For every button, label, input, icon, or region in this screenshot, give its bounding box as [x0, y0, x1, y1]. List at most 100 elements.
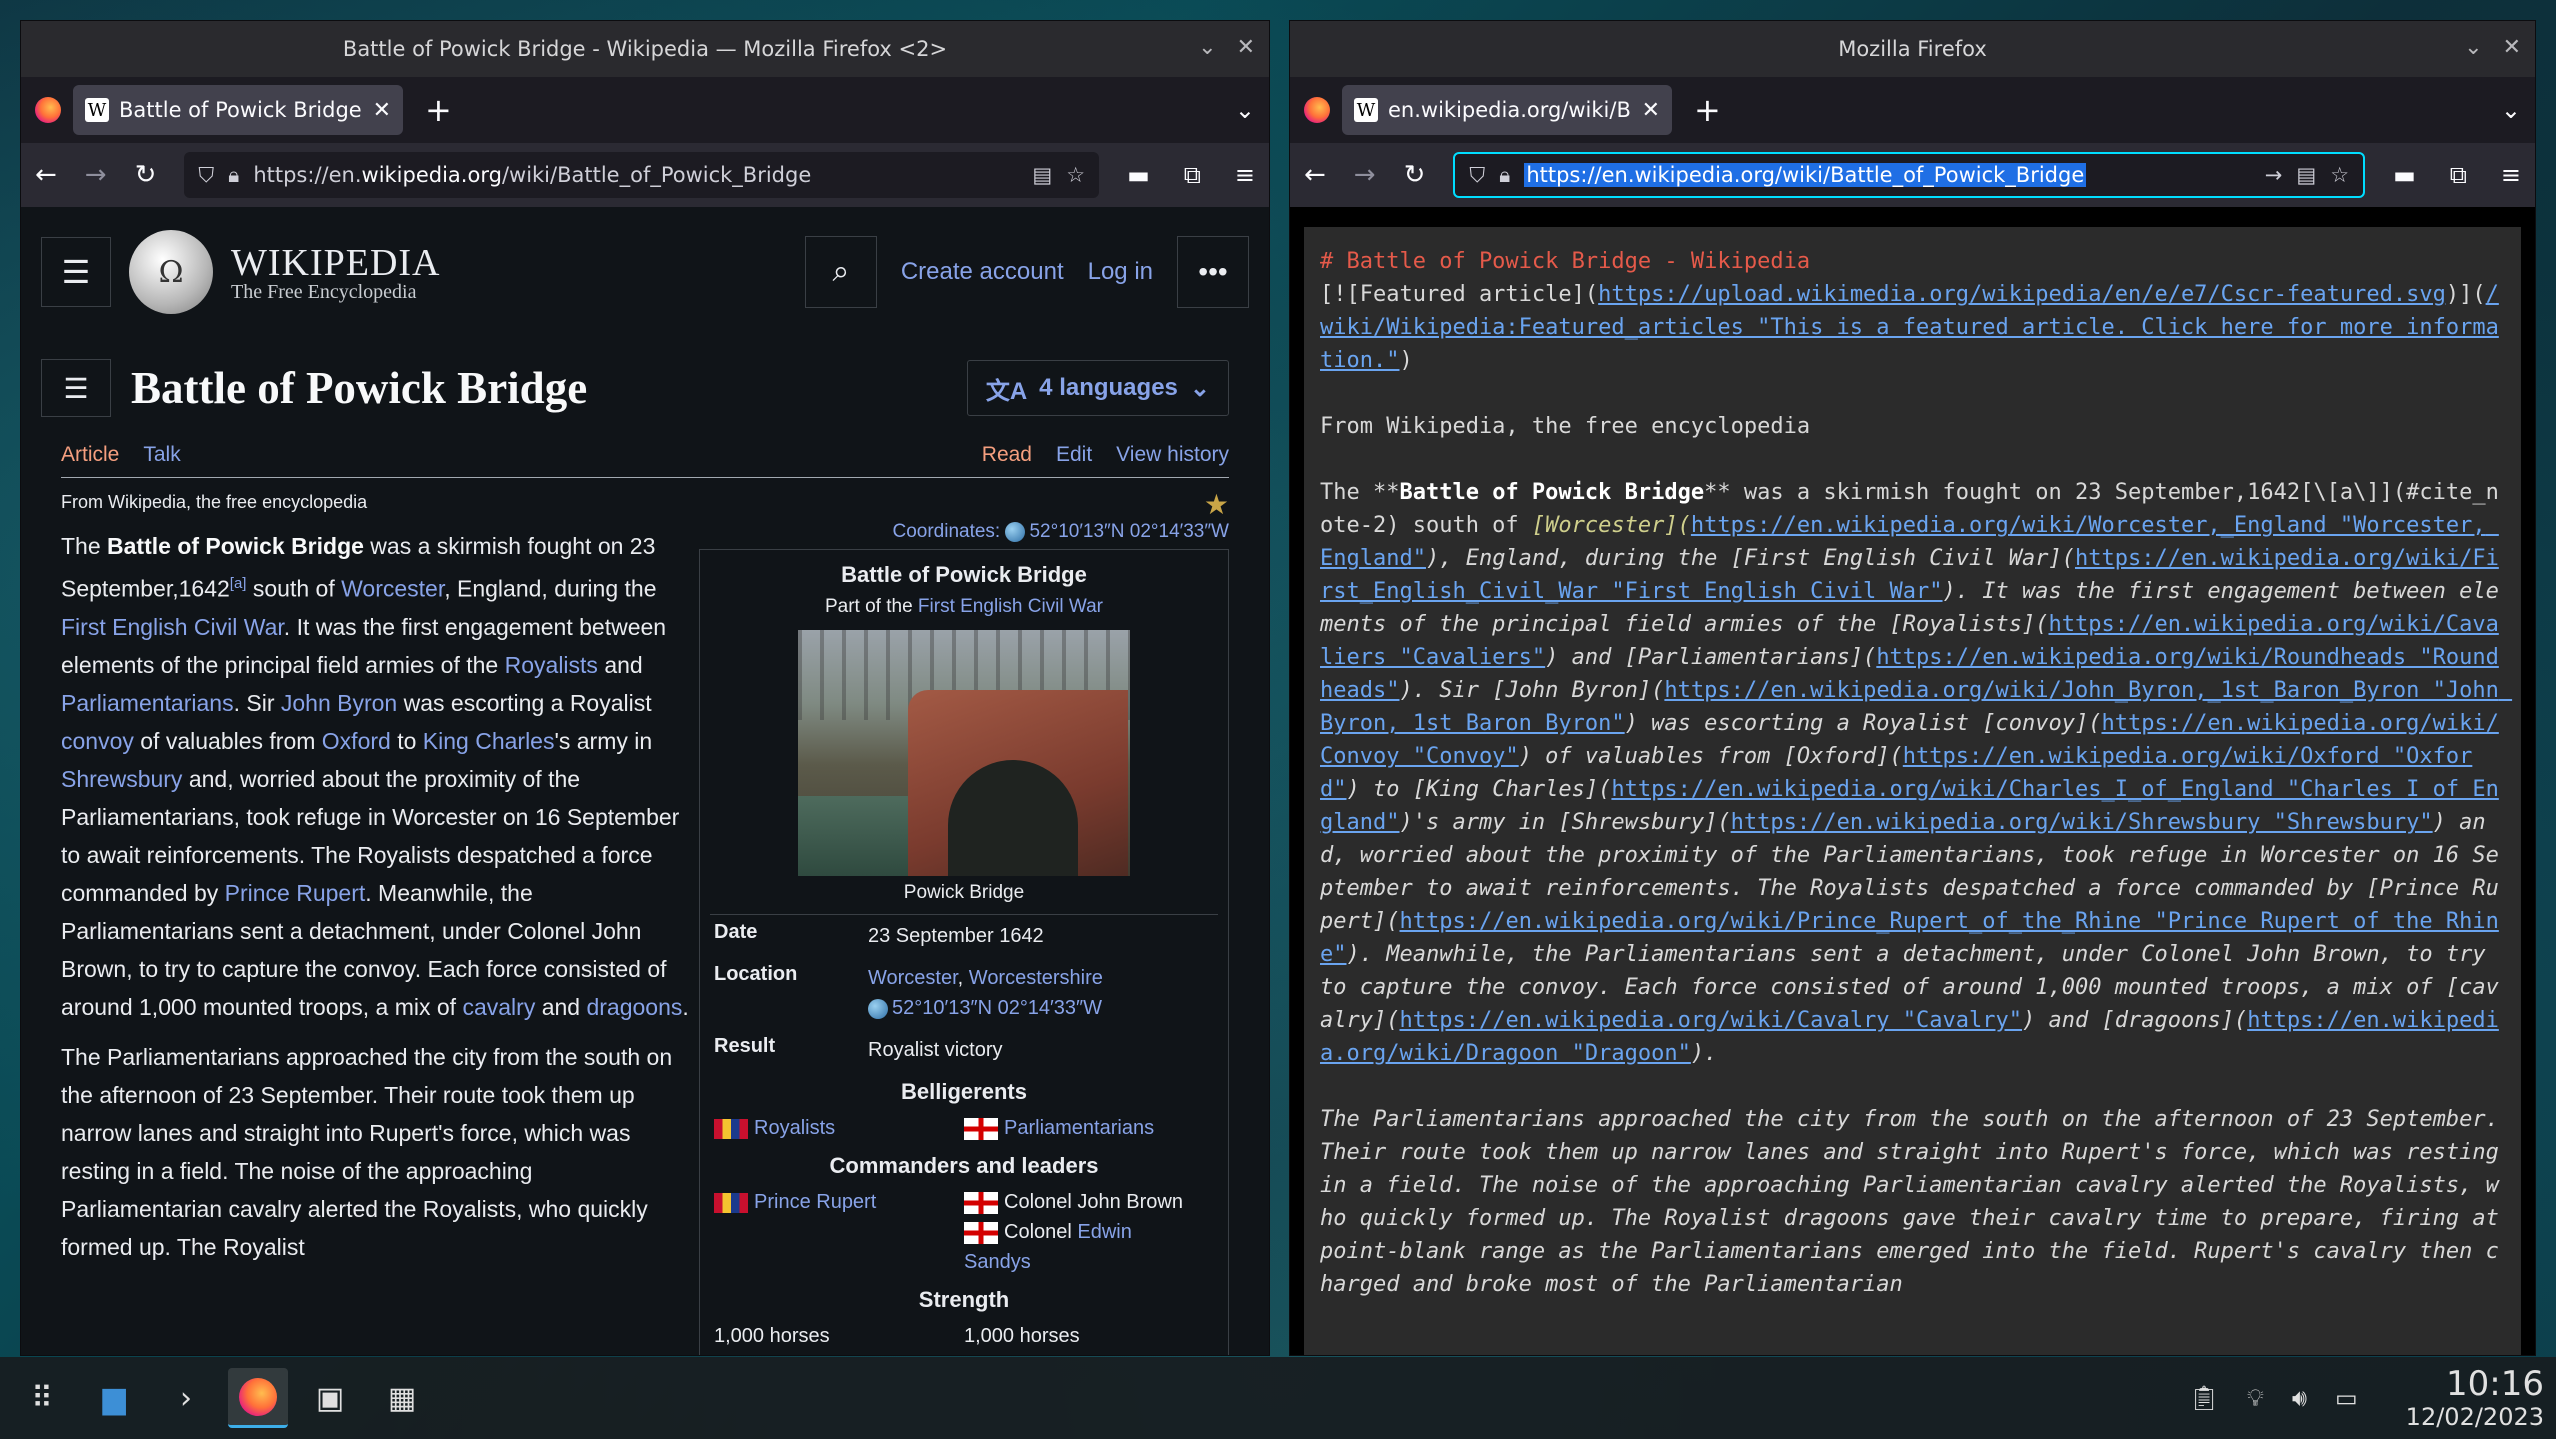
location-worcestershire-link[interactable]: Worcestershire: [969, 967, 1103, 989]
shield-icon[interactable]: ⛉: [1469, 163, 1485, 188]
link-worcester[interactable]: Worcester: [341, 576, 444, 602]
lock-icon[interactable]: 🔒︎: [228, 163, 239, 188]
extensions-icon[interactable]: ⧉: [1184, 161, 1201, 189]
forward-arrow-icon[interactable]: →: [1354, 160, 1376, 190]
wikipedia-globe-logo[interactable]: Ω: [129, 230, 213, 314]
minimize-chevron-icon[interactable]: ⌄: [1198, 35, 1216, 60]
link-royalists[interactable]: Royalists: [505, 652, 598, 678]
url-bar[interactable]: ⛉ 🔒︎ https://en.wikipedia.org/wiki/Battl…: [184, 152, 1100, 198]
forward-arrow-icon[interactable]: →: [85, 160, 107, 190]
tab-strip: W Battle of Powick Bridge - W ✕ + ⌄: [21, 77, 1269, 143]
url-text[interactable]: https://en.wikipedia.org/wiki/Battle_of_…: [253, 163, 1018, 187]
container-icon[interactable]: ▬: [1127, 161, 1150, 189]
tab-close-icon[interactable]: ✕: [373, 98, 391, 123]
firefox-view-icon[interactable]: [1304, 97, 1330, 123]
window-titlebar[interactable]: Mozilla Firefox ⌄ ✕: [1290, 21, 2535, 77]
new-tab-plus-icon[interactable]: +: [1694, 91, 1721, 129]
log-in-link[interactable]: Log in: [1088, 258, 1153, 286]
extensions-icon[interactable]: ⧉: [2450, 161, 2467, 189]
powick-bridge-photo[interactable]: [798, 630, 1130, 876]
featured-star-icon[interactable]: ★: [1204, 488, 1229, 521]
screenshot-tool-icon[interactable]: ▣: [300, 1368, 360, 1428]
back-arrow-icon[interactable]: ←: [35, 160, 57, 190]
wikipedia-wordmark[interactable]: WIKIPEDIA The Free Encyclopedia: [231, 241, 441, 304]
file-manager-icon[interactable]: ▆: [84, 1368, 144, 1428]
url-text[interactable]: https://en.wikipedia.org/wiki/Battle_of_…: [1524, 163, 2250, 187]
royalists-link[interactable]: Royalists: [754, 1117, 835, 1139]
globe-icon[interactable]: [1005, 521, 1026, 542]
md-link[interactable]: https://en.wikipedia.org/wiki/Shrewsbury…: [1731, 810, 2433, 835]
footnote-a[interactable]: [a]: [230, 575, 247, 592]
link-john-byron[interactable]: John Byron: [281, 690, 397, 716]
list-all-tabs-chevron-icon[interactable]: ⌄: [1235, 96, 1255, 124]
reload-icon[interactable]: ↻: [135, 160, 157, 190]
link-cavalry[interactable]: cavalry: [462, 994, 535, 1020]
edwin-sandys-link[interactable]: Edwin: [1077, 1221, 1131, 1243]
link-parliamentarians[interactable]: Parliamentarians: [61, 690, 234, 716]
link-shrewsbury[interactable]: Shrewsbury: [61, 766, 182, 792]
prince-rupert-link[interactable]: Prince Rupert: [754, 1191, 876, 1213]
table-of-contents-icon[interactable]: ☰: [41, 359, 111, 417]
link-convoy[interactable]: convoy: [61, 728, 134, 754]
url-bar[interactable]: ⛉ 🔒︎ https://en.wikipedia.org/wiki/Battl…: [1453, 152, 2366, 198]
more-options-icon[interactable]: •••: [1177, 236, 1249, 308]
tab-read[interactable]: Read: [982, 443, 1032, 467]
close-window-icon[interactable]: ✕: [2503, 35, 2521, 60]
display-icon[interactable]: ▭: [2335, 1384, 2358, 1412]
languages-button[interactable]: 文A 4 languages ⌄: [966, 360, 1229, 416]
infobox-war-link[interactable]: First English Civil War: [918, 596, 1103, 617]
container-icon[interactable]: ▬: [2393, 161, 2416, 189]
url-selected-text[interactable]: https://en.wikipedia.org/wiki/Battle_of_…: [1524, 163, 2087, 187]
tab-wikipedia[interactable]: W Battle of Powick Bridge - W ✕: [73, 85, 403, 135]
link-dragoons[interactable]: dragoons: [586, 994, 682, 1020]
app-menu-icon[interactable]: ≡: [1235, 161, 1255, 189]
reload-icon[interactable]: ↻: [1404, 160, 1426, 190]
clock[interactable]: 10:16 12/02/2023: [2406, 1365, 2544, 1430]
md-link[interactable]: https://upload.wikimedia.org/wikipedia/e…: [1598, 282, 2446, 307]
link-first-english-civil-war[interactable]: First English Civil War: [61, 614, 284, 640]
list-all-tabs-chevron-icon[interactable]: ⌄: [2501, 96, 2521, 124]
firefox-taskbar-icon[interactable]: [228, 1368, 288, 1428]
bookmark-star-icon[interactable]: ☆: [1066, 163, 1085, 187]
coordinates-link[interactable]: 52°10′13″N 02°14′33″W: [1029, 521, 1229, 542]
clipboard-icon[interactable]: 📋︎: [2189, 1384, 2219, 1412]
create-account-link[interactable]: Create account: [901, 258, 1064, 286]
link-prince-rupert[interactable]: Prince Rupert: [225, 880, 366, 906]
firefox-view-icon[interactable]: [35, 97, 61, 123]
minimize-chevron-icon[interactable]: ⌄: [2464, 35, 2482, 60]
new-tab-plus-icon[interactable]: +: [425, 91, 452, 129]
window-titlebar[interactable]: Battle of Powick Bridge - Wikipedia — Mo…: [21, 21, 1269, 77]
tab-close-icon[interactable]: ✕: [1642, 98, 1660, 123]
tab-article[interactable]: Article: [61, 443, 119, 467]
parliamentarians-link[interactable]: Parliamentarians: [1004, 1117, 1154, 1139]
location-worcester-link[interactable]: Worcester: [868, 967, 958, 989]
bookmark-star-icon[interactable]: ☆: [2330, 163, 2349, 187]
link-king-charles[interactable]: King Charles: [423, 728, 555, 754]
volume-icon[interactable]: 🔊︎: [2292, 1384, 2307, 1412]
terminal-icon[interactable]: ›: [156, 1368, 216, 1428]
md-link[interactable]: https://en.wikipedia.org/wiki/Cavalry "C…: [1399, 1008, 2022, 1033]
search-icon[interactable]: ⌕: [804, 236, 877, 308]
link-oxford[interactable]: Oxford: [322, 728, 391, 754]
back-arrow-icon[interactable]: ←: [1304, 160, 1326, 190]
globe-icon[interactable]: [868, 998, 888, 1019]
location-coords-link[interactable]: 52°10′13″N 02°14′33″W: [892, 997, 1102, 1019]
reader-view-icon[interactable]: ▤: [2296, 163, 2316, 187]
notifications-bulb-icon[interactable]: 💡︎: [2247, 1384, 2264, 1412]
lock-icon[interactable]: 🔒︎: [1499, 163, 1510, 188]
shield-icon[interactable]: ⛉: [198, 163, 214, 188]
reader-view-icon[interactable]: ▤: [1032, 163, 1052, 187]
sandys-link[interactable]: Sandys: [964, 1251, 1031, 1273]
main-menu-hamburger-icon[interactable]: ☰: [41, 237, 111, 307]
app-menu-icon[interactable]: ≡: [2501, 161, 2521, 189]
go-arrow-icon[interactable]: →: [2265, 163, 2283, 187]
tab-talk[interactable]: Talk: [143, 443, 180, 467]
tab-view-history[interactable]: View history: [1116, 443, 1229, 467]
tab-edit[interactable]: Edit: [1056, 443, 1092, 467]
app-launcher-icon[interactable]: ⠿: [12, 1368, 72, 1428]
calculator-icon[interactable]: ▦: [372, 1368, 432, 1428]
tab-wikipedia-url[interactable]: W en.wikipedia.org/wiki/Batt ✕: [1342, 85, 1672, 135]
result-value: Royalist victory: [868, 1039, 1003, 1061]
markdown-text[interactable]: # Battle of Powick Bridge - Wikipedia [![…: [1304, 227, 2521, 1355]
close-window-icon[interactable]: ✕: [1237, 35, 1255, 60]
